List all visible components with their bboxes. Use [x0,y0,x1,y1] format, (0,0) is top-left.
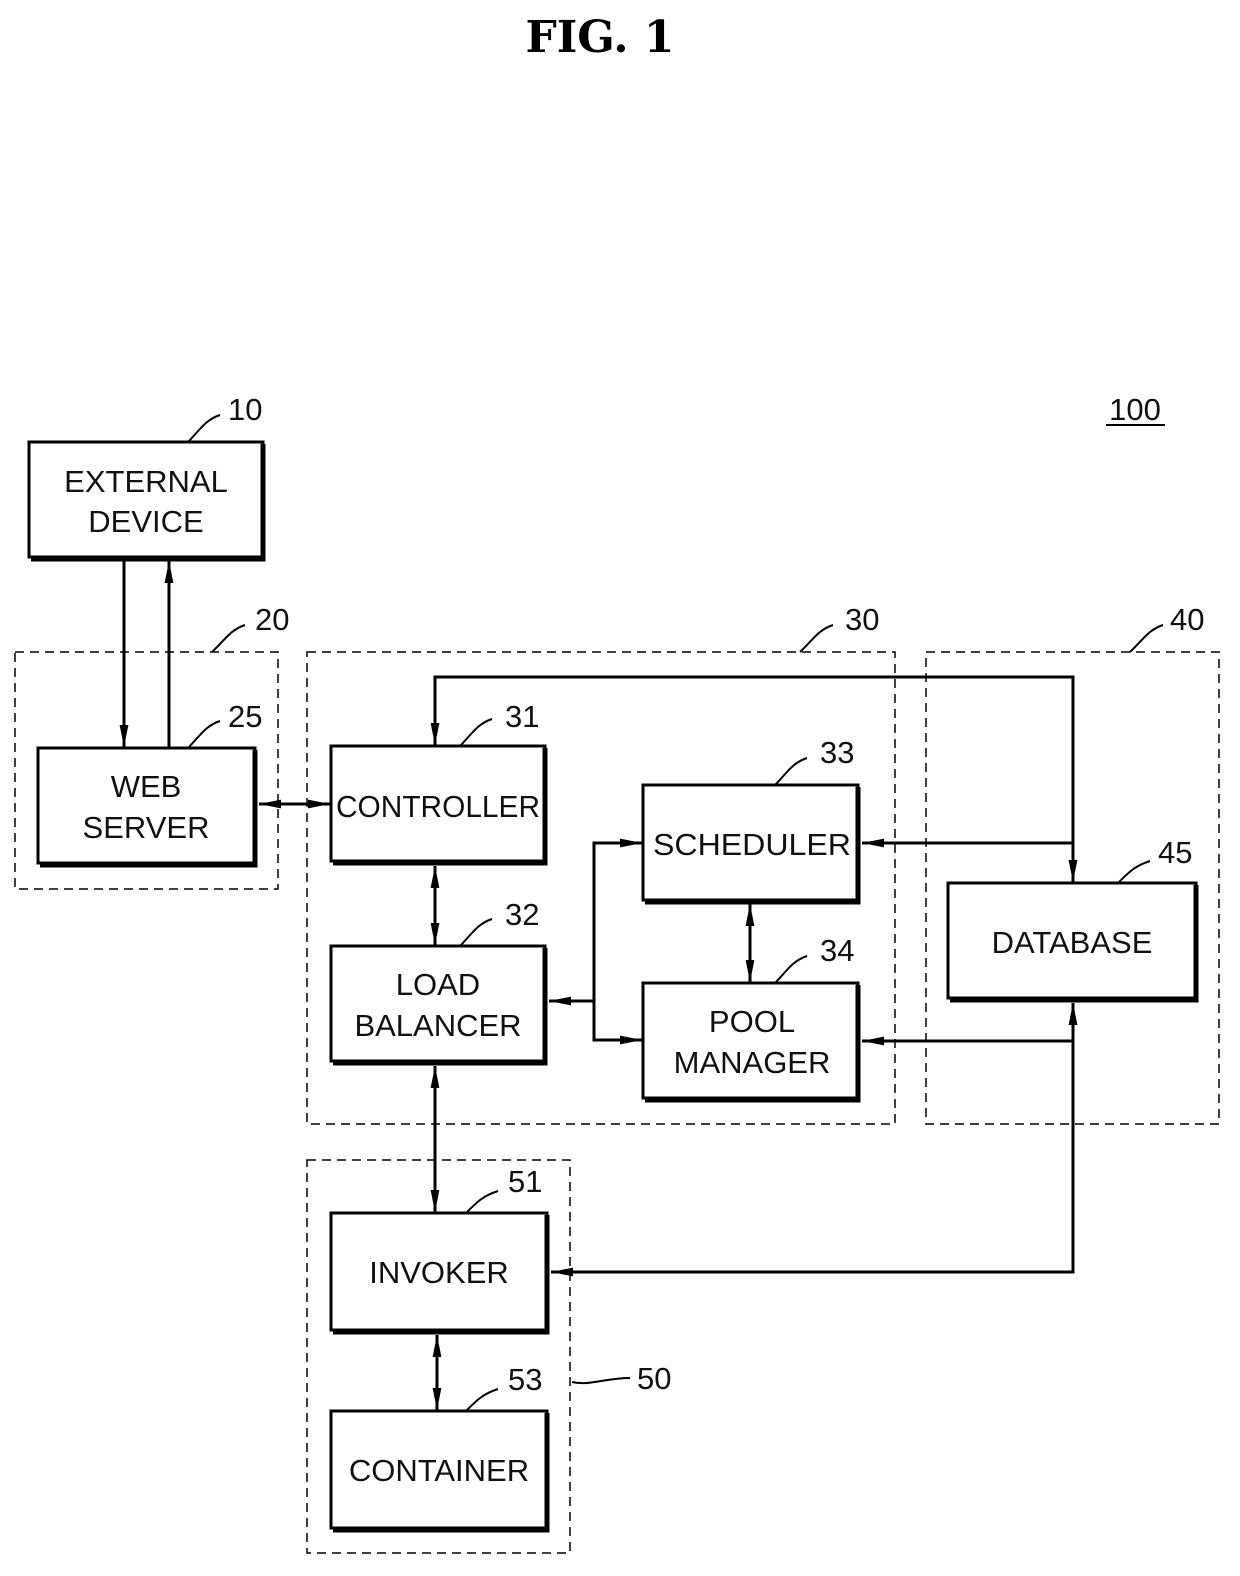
block-container: CONTAINER 53 [329,1362,550,1533]
group-40-leader [1129,624,1164,653]
load-balancer-box [329,944,547,1063]
database-leader [1117,860,1151,884]
scheduler-leader [774,757,808,786]
block-scheduler: SCHEDULER 33 [641,735,861,905]
external-device-box [27,440,265,559]
load-balancer-ref: 32 [505,897,539,932]
load-balancer-label-line2: BALANCER [354,1008,521,1043]
invoker-ref: 51 [508,1164,542,1199]
invoker-label: INVOKER [369,1255,509,1290]
figure-title: FIG. 1 [525,12,674,63]
invoker-leader [465,1190,499,1214]
controller-ref: 31 [505,699,539,734]
arrow-junction-scheduler-poolmanager [592,838,642,1045]
container-ref: 53 [508,1362,542,1397]
block-load-balancer: LOAD BALANCER 32 [329,897,548,1066]
group-20-ref: 20 [255,602,289,637]
pool-manager-box [641,981,860,1100]
web-server-label-line2: SERVER [83,810,210,845]
group-50-leader [571,1377,631,1385]
controller-label: CONTROLLER [336,789,540,824]
load-balancer-label-line1: LOAD [396,967,480,1002]
connections [119,560,1078,1410]
pool-manager-label-line2: MANAGER [674,1045,831,1080]
database-ref: 45 [1158,835,1192,870]
system-block-diagram: FIG. 1 100 20 30 40 50 EXTERNAL DEVICE 1… [14,12,1220,1554]
group-30-leader [799,624,834,653]
external-device-label-line1: EXTERNAL [64,464,228,499]
external-device-leader [187,414,221,443]
controller-leader [459,718,493,747]
web-server-box [36,746,257,865]
scheduler-ref: 33 [820,735,854,770]
database-label: DATABASE [992,925,1153,960]
group-30-ref: 30 [845,602,879,637]
web-server-label-line1: WEB [111,769,182,804]
container-leader [465,1388,499,1412]
load-balancer-leader [459,918,493,947]
external-device-ref: 10 [228,392,262,427]
system-ref-number: 100 [1109,392,1161,427]
container-label: CONTAINER [349,1453,529,1488]
scheduler-label: SCHEDULER [653,827,851,862]
web-server-ref: 25 [228,699,262,734]
group-40-ref: 40 [1170,602,1204,637]
external-device-label-line2: DEVICE [88,504,203,539]
system-reference: 100 [1106,392,1165,427]
pool-manager-ref: 34 [820,933,854,968]
block-external-device: EXTERNAL DEVICE 10 [27,392,266,562]
block-controller: CONTROLLER 31 [329,699,548,866]
block-web-server: WEB SERVER 25 [36,699,262,868]
web-server-leader [187,720,221,749]
pool-manager-label-line1: POOL [709,1004,795,1039]
pool-manager-leader [774,955,808,984]
block-invoker: INVOKER 51 [329,1164,550,1335]
group-50-ref: 50 [637,1361,671,1396]
group-20-leader [211,624,246,653]
